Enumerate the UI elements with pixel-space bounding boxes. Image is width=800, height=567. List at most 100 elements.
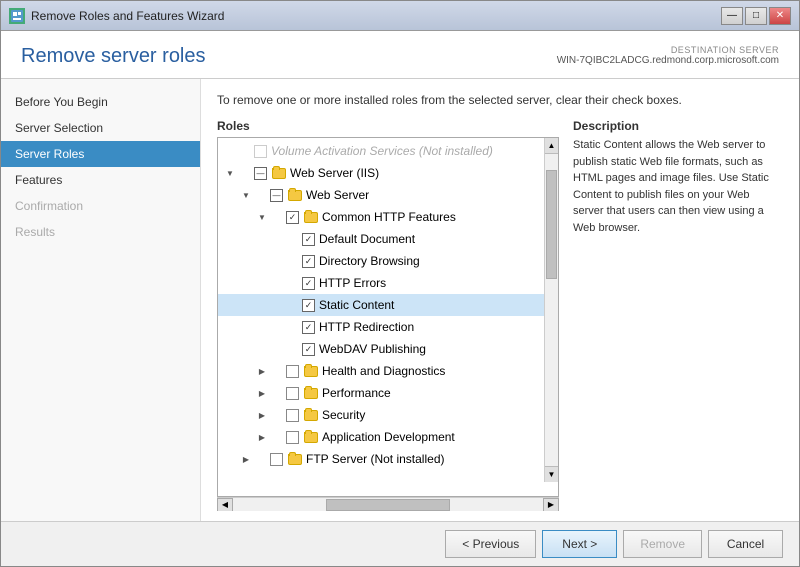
folder-icon-health [303, 363, 319, 379]
cancel-button[interactable]: Cancel [708, 530, 783, 558]
item-label-health: Health and Diagnostics [322, 364, 445, 378]
list-item[interactable]: ▶ Performance [218, 382, 558, 404]
item-label-http-errors: HTTP Errors [319, 276, 386, 290]
checkbox-default-document[interactable] [302, 233, 315, 246]
footer: < Previous Next > Remove Cancel [1, 521, 799, 566]
sidebar-item-server-roles[interactable]: Server Roles [1, 141, 200, 167]
sidebar-item-server-selection[interactable]: Server Selection [1, 115, 200, 141]
checkbox-app-dev[interactable] [286, 431, 299, 444]
previous-button[interactable]: < Previous [445, 530, 536, 558]
sidebar-item-before-you-begin[interactable]: Before You Begin [1, 89, 200, 115]
folder-icon-ftp [287, 451, 303, 467]
destination-server-info: DESTINATION SERVER WIN-7QIBC2LADCG.redmo… [557, 45, 779, 66]
item-label-directory-browsing: Directory Browsing [319, 254, 420, 268]
checkbox-http-errors[interactable] [302, 277, 315, 290]
list-item[interactable]: ▶ Application Development [218, 426, 558, 448]
list-item[interactable]: ▼ Web Server (IIS) [218, 162, 558, 184]
item-label-web-server: Web Server [306, 188, 369, 202]
list-item[interactable]: Volume Activation Services (Not installe… [218, 140, 558, 162]
folder-icon-common-http [303, 209, 319, 225]
item-label-volume-activation: Volume Activation Services (Not installe… [271, 144, 493, 158]
checkbox-ftp[interactable] [270, 453, 283, 466]
expander-performance[interactable]: ▶ [254, 385, 270, 401]
folder-icon-web-server-iis [271, 165, 287, 181]
content-description: To remove one or more installed roles fr… [217, 93, 783, 107]
list-item[interactable]: HTTP Errors [218, 272, 558, 294]
item-label-static-content: Static Content [319, 298, 394, 312]
checkbox-directory-browsing[interactable] [302, 255, 315, 268]
tree-container[interactable]: Volume Activation Services (Not installe… [217, 137, 559, 497]
checkbox-web-server-iis[interactable] [254, 167, 267, 180]
folder-icon-app-dev [303, 429, 319, 445]
list-item[interactable]: WebDAV Publishing [218, 338, 558, 360]
list-item[interactable]: HTTP Redirection [218, 316, 558, 338]
content-area: To remove one or more installed roles fr… [201, 79, 799, 521]
close-button[interactable]: ✕ [769, 7, 791, 25]
checkbox-common-http[interactable] [286, 211, 299, 224]
remove-button[interactable]: Remove [623, 530, 702, 558]
list-item[interactable]: Directory Browsing [218, 250, 558, 272]
sidebar: Before You Begin Server Selection Server… [1, 79, 201, 521]
title-bar-left: Remove Roles and Features Wizard [9, 8, 224, 24]
scroll-thumb[interactable] [546, 170, 557, 279]
checkbox-http-redirection[interactable] [302, 321, 315, 334]
page-title: Remove server roles [21, 45, 206, 68]
item-label-web-server-iis: Web Server (IIS) [290, 166, 379, 180]
description-header: Description [573, 119, 783, 133]
roles-panel-header: Roles [217, 119, 559, 133]
main-window: Remove Roles and Features Wizard — □ ✕ R… [0, 0, 800, 567]
scroll-up-arrow[interactable]: ▲ [545, 138, 559, 154]
checkbox-static-content[interactable] [302, 299, 315, 312]
app-icon [9, 8, 25, 24]
list-item[interactable]: Static Content [218, 294, 558, 316]
item-label-http-redirection: HTTP Redirection [319, 320, 414, 334]
scroll-track [545, 154, 558, 466]
list-item[interactable]: ▼ Web Server [218, 184, 558, 206]
folder-icon-web-server [287, 187, 303, 203]
expander-app-dev[interactable]: ▶ [254, 429, 270, 445]
checkbox-web-server[interactable] [270, 189, 283, 202]
item-label-app-dev: Application Development [322, 430, 455, 444]
expander-security[interactable]: ▶ [254, 407, 270, 423]
scrollbar-horizontal[interactable]: ◀ ▶ [217, 497, 559, 511]
window-controls: — □ ✕ [721, 7, 791, 25]
title-bar: Remove Roles and Features Wizard — □ ✕ [1, 1, 799, 31]
item-label-security: Security [322, 408, 365, 422]
header-section: Remove server roles DESTINATION SERVER W… [1, 31, 799, 79]
folder-icon-performance [303, 385, 319, 401]
minimize-button[interactable]: — [721, 7, 743, 25]
sidebar-item-features[interactable]: Features [1, 167, 200, 193]
expander-common-http[interactable]: ▼ [254, 209, 270, 225]
checkbox-performance[interactable] [286, 387, 299, 400]
expander-ftp[interactable]: ▶ [238, 451, 254, 467]
checkbox-health[interactable] [286, 365, 299, 378]
expander-web-server[interactable]: ▼ [238, 187, 254, 203]
item-label-default-document: Default Document [319, 232, 415, 246]
scroll-thumb-horizontal[interactable] [326, 499, 450, 511]
scroll-right-arrow[interactable]: ▶ [543, 498, 559, 512]
destination-server-name: WIN-7QIBC2LADCG.redmond.corp.microsoft.c… [557, 55, 779, 66]
next-button[interactable]: Next > [542, 530, 617, 558]
item-label-ftp: FTP Server (Not installed) [306, 452, 445, 466]
scrollbar-vertical[interactable]: ▲ ▼ [544, 138, 558, 482]
scroll-left-arrow[interactable]: ◀ [217, 498, 233, 512]
checkbox-volume-activation[interactable] [254, 145, 267, 158]
list-item[interactable]: ▼ Common HTTP Features [218, 206, 558, 228]
checkbox-security[interactable] [286, 409, 299, 422]
list-item[interactable]: ▶ FTP Server (Not installed) [218, 448, 558, 470]
checkbox-webdav[interactable] [302, 343, 315, 356]
item-label-webdav: WebDAV Publishing [319, 342, 426, 356]
maximize-button[interactable]: □ [745, 7, 767, 25]
list-item[interactable]: ▶ Health and Diagnostics [218, 360, 558, 382]
expander-web-server-iis[interactable]: ▼ [222, 165, 238, 181]
scroll-track-horizontal [233, 498, 543, 512]
description-panel: Description Static Content allows the We… [573, 119, 783, 511]
roles-panel: Roles Volume Activation Services (Not in… [217, 119, 559, 511]
expander-health[interactable]: ▶ [254, 363, 270, 379]
item-label-performance: Performance [322, 386, 391, 400]
list-item[interactable]: ▶ Security [218, 404, 558, 426]
item-label-common-http: Common HTTP Features [322, 210, 456, 224]
list-item[interactable]: Default Document [218, 228, 558, 250]
scroll-down-arrow[interactable]: ▼ [545, 466, 559, 482]
description-text: Static Content allows the Web server to … [573, 137, 783, 236]
